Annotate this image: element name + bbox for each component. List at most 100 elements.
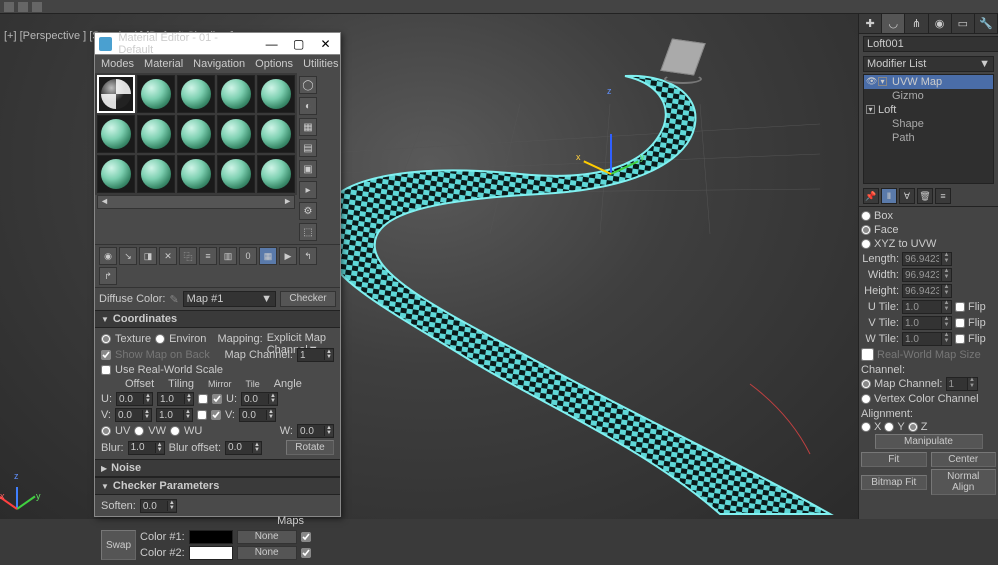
color1-map-button[interactable]: None [237, 530, 297, 544]
get-material-icon[interactable]: ◉ [99, 247, 117, 265]
align-z-radio[interactable] [908, 422, 918, 432]
u-offset-spinner[interactable]: ▲▼ [116, 392, 153, 406]
utile-spinner[interactable]: ▲▼ [902, 300, 952, 314]
utilities-tab[interactable]: 🔧 [975, 14, 998, 33]
put-to-lib-icon[interactable]: ▥ [219, 247, 237, 265]
toolbar-icon[interactable] [32, 2, 42, 12]
map-channel-radio[interactable] [861, 379, 871, 389]
create-tab[interactable]: ✚ [859, 14, 882, 33]
soften-spinner[interactable]: ▲▼ [140, 499, 177, 513]
put-to-scene-icon[interactable]: ↘ [119, 247, 137, 265]
blur-spinner[interactable]: ▲▼ [128, 441, 165, 455]
minimize-button[interactable]: — [261, 36, 282, 52]
backlight-icon[interactable]: ◐ [299, 97, 317, 115]
modify-tab[interactable]: ◡ [882, 14, 905, 33]
color2-enable-check[interactable] [301, 548, 311, 558]
viewcube[interactable] [658, 36, 708, 86]
swap-button[interactable]: Swap [101, 530, 136, 560]
display-tab[interactable]: ▭ [952, 14, 975, 33]
make-unique-icon[interactable]: ∀ [899, 188, 915, 204]
box-radio[interactable] [861, 211, 871, 221]
uv-radio[interactable] [101, 426, 111, 436]
align-x-radio[interactable] [861, 422, 871, 432]
sample-slot[interactable] [217, 75, 255, 113]
menu-navigation[interactable]: Navigation [193, 58, 245, 70]
sample-slot[interactable] [177, 75, 215, 113]
sample-slot[interactable] [137, 155, 175, 193]
vw-radio[interactable] [134, 426, 144, 436]
wtile-spinner[interactable]: ▲▼ [902, 332, 952, 346]
vertex-color-radio[interactable] [861, 394, 871, 404]
color1-swatch[interactable] [189, 530, 233, 544]
make-unique-icon[interactable]: ≡ [199, 247, 217, 265]
u-mirror-check[interactable] [198, 394, 208, 404]
sample-slot[interactable] [97, 115, 135, 153]
sample-slot[interactable] [217, 155, 255, 193]
uflip-check[interactable] [955, 302, 965, 312]
texture-radio[interactable] [101, 334, 111, 344]
go-parent-icon[interactable]: ↰ [299, 247, 317, 265]
mapping-dropdown[interactable]: Explicit Map Channel▼ [267, 332, 334, 346]
stack-item-shape[interactable]: Shape [864, 117, 993, 131]
hierarchy-tab[interactable]: ⋔ [905, 14, 928, 33]
width-spinner[interactable]: ▲▼ [902, 268, 952, 282]
blur-offset-spinner[interactable]: ▲▼ [225, 441, 262, 455]
sample-slot[interactable] [217, 115, 255, 153]
stack-item-uvwmap[interactable]: 👁▾ UVW Map [864, 75, 993, 89]
sample-slot[interactable] [97, 75, 135, 113]
stack-item-path[interactable]: Path [864, 131, 993, 145]
close-button[interactable]: ✕ [315, 36, 336, 52]
menu-modes[interactable]: Modes [101, 58, 134, 70]
copy-icon[interactable]: ⿻ [179, 247, 197, 265]
map-type-button[interactable]: Checker [280, 291, 336, 307]
stack-item-gizmo[interactable]: Gizmo [864, 89, 993, 103]
sample-slot[interactable] [137, 115, 175, 153]
stack-item-loft[interactable]: ▾Loft [864, 103, 993, 117]
menu-material[interactable]: Material [144, 58, 183, 70]
fit-button[interactable]: Fit [861, 452, 927, 467]
assign-icon[interactable]: ◨ [139, 247, 157, 265]
sample-slot[interactable] [137, 75, 175, 113]
v-offset-spinner[interactable]: ▲▼ [115, 408, 152, 422]
v-tile-check[interactable] [211, 410, 221, 420]
w-angle-spinner[interactable]: ▲▼ [297, 424, 334, 438]
vtile-spinner[interactable]: ▲▼ [902, 316, 952, 330]
toolbar-icon[interactable] [18, 2, 28, 12]
sample-uv-icon[interactable]: ▤ [299, 139, 317, 157]
pin-stack-icon[interactable]: 📌 [863, 188, 879, 204]
reset-icon[interactable]: ✕ [159, 247, 177, 265]
select-by-mat-icon[interactable]: ⬚ [299, 223, 317, 241]
window-titlebar[interactable]: Material Editor - 01 - Default — ▢ ✕ [95, 33, 340, 55]
menu-options[interactable]: Options [255, 58, 293, 70]
remove-modifier-icon[interactable]: 🗑 [917, 188, 933, 204]
material-editor-window[interactable]: Material Editor - 01 - Default — ▢ ✕ Mod… [94, 32, 341, 517]
sample-slot[interactable] [177, 155, 215, 193]
sample-type-icon[interactable]: ◯ [299, 76, 317, 94]
map-name-dropdown[interactable]: Map #1▼ [183, 291, 276, 307]
maximize-button[interactable]: ▢ [288, 36, 309, 52]
v-mirror-check[interactable] [197, 410, 207, 420]
sample-slot[interactable] [257, 75, 295, 113]
u-angle-spinner[interactable]: ▲▼ [241, 392, 278, 406]
sample-slot[interactable] [97, 155, 135, 193]
mat-id-icon[interactable]: 0 [239, 247, 257, 265]
background-icon[interactable]: ▦ [299, 118, 317, 136]
v-tiling-spinner[interactable]: ▲▼ [156, 408, 193, 422]
sample-slot[interactable] [257, 155, 295, 193]
bitmap-fit-button[interactable]: Bitmap Fit [861, 475, 927, 490]
u-tiling-spinner[interactable]: ▲▼ [157, 392, 194, 406]
sample-slot[interactable] [177, 115, 215, 153]
manipulate-button[interactable]: Manipulate [875, 434, 983, 449]
checker-rollout-header[interactable]: ▼Checker Parameters [95, 477, 340, 495]
modifier-list-dropdown[interactable]: Modifier List▼ [863, 56, 994, 72]
length-spinner[interactable]: ▲▼ [902, 252, 952, 266]
go-sibling-icon[interactable]: ↱ [99, 267, 117, 285]
map-channel-spinner[interactable]: ▲▼ [946, 377, 978, 391]
realworld-check[interactable] [861, 348, 874, 361]
color2-swatch[interactable] [189, 546, 233, 560]
wu-radio[interactable] [170, 426, 180, 436]
toolbar-icon[interactable] [4, 2, 14, 12]
options-icon[interactable]: ⚙ [299, 202, 317, 220]
motion-tab[interactable]: ◉ [929, 14, 952, 33]
real-world-check[interactable] [101, 365, 111, 375]
